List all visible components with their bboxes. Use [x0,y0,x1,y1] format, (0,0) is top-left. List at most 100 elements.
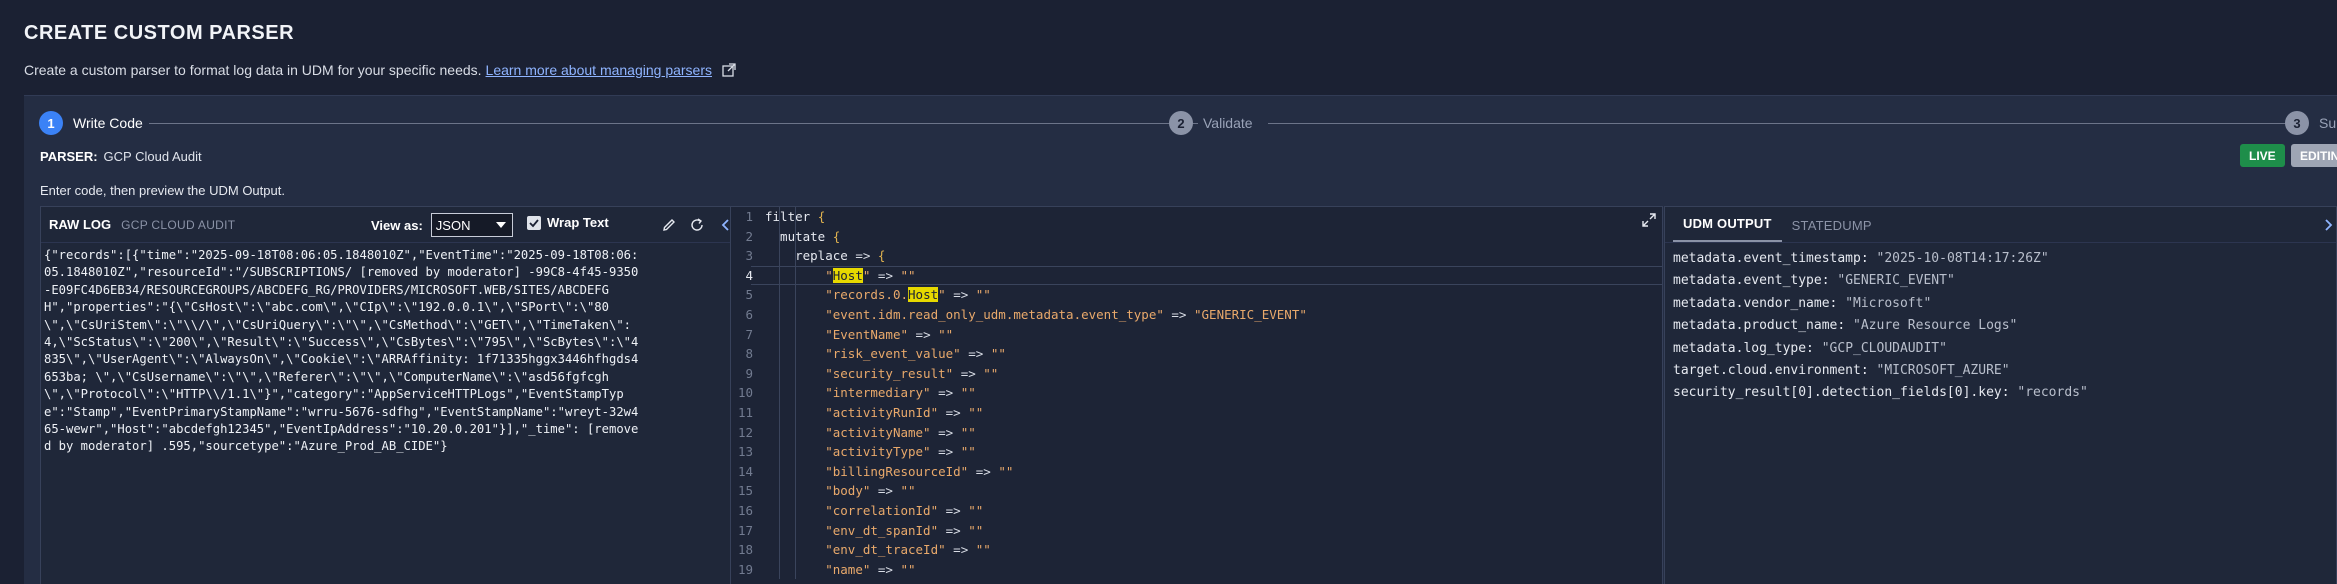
code-line: 19 "name" => "" [731,560,1662,580]
refresh-icon[interactable] [689,217,705,233]
tab-statedump[interactable]: STATEDUMP [1782,218,1882,242]
step-label: Write Code [73,115,149,131]
step-connector [73,123,1198,124]
parser-name: GCP Cloud Audit [103,149,202,164]
page-subtitle: Create a custom parser to format log dat… [24,62,736,78]
raw-log-line: 65-wewr","Host":"abcdefgh12345","EventIp… [44,422,639,437]
raw-log-line: 4,\"ScStatus\":\"200\",\"Result\":\"Succ… [44,335,639,350]
raw-log-content[interactable]: {"records":[{"time":"2025-09-18T08:06:05… [41,243,743,460]
line-number: 17 [737,522,753,538]
line-number: 14 [737,463,753,479]
step-number: 1 [39,111,63,135]
line-number: 12 [737,424,753,440]
code-text: "activityType" => "" [825,444,976,460]
code-text: "env_dt_traceId" => "" [825,542,991,558]
udm-field-value: "GENERIC_EVENT" [1837,273,1955,289]
code-text: "risk_event_value" => "" [825,346,1006,362]
code-line: 13 "activityType" => "" [731,442,1662,462]
udm-field-value: "Azure Resource Logs" [1853,318,2018,334]
line-number: 9 [745,365,753,381]
live-badge: LIVE [2240,144,2285,167]
line-number: 4 [745,267,753,283]
code-text: "EventName" => "" [825,326,954,342]
udm-field-value: "Microsoft" [1845,295,1932,311]
udm-field: metadata.product_name: "Azure Resource L… [1673,315,2328,337]
raw-log-line: \",\"Protocol\":\"HTTP\\/1.1\"}","catego… [44,387,624,402]
code-line: 7 "EventName" => "" [731,325,1662,345]
udm-field-key: metadata.vendor_name: [1673,295,1846,311]
line-number: 10 [737,385,753,401]
udm-field-key: metadata.event_timestamp: [1673,251,1877,266]
code-line: 12 "activityName" => "" [731,423,1662,443]
view-as-label: View as: [371,217,423,233]
code-text: "records.0.Host" => "" [825,287,991,303]
line-number: 15 [737,483,753,499]
code-line: 9 "security_result" => "" [731,364,1662,384]
code-line: 18 "env_dt_traceId" => "" [731,540,1662,560]
udm-field-value: "2025-10-08T14:17:26Z" [1876,251,2049,266]
udm-field: metadata.event_timestamp: "2025-10-08T14… [1673,248,2328,270]
code-line: 15 "body" => "" [731,481,1662,501]
raw-log-line: d by moderator] .595,"sourcetype":"Azure… [44,439,448,454]
udm-field: target.cloud.environment: "MICROSOFT_AZU… [1673,360,2328,382]
code-line: 16 "correlationId" => "" [731,501,1662,521]
line-number: 16 [737,502,753,518]
raw-log-line: {"records":[{"time":"2025-09-18T08:06:05… [44,248,639,262]
external-link-icon[interactable] [722,63,736,77]
line-number: 6 [745,306,753,322]
udm-field-key: security_result[0].detection_fields[0].k… [1673,385,2018,401]
raw-log-line: 653ba; \",\"CsUsername\":\"\",\"Referer\… [44,369,609,384]
wrap-text-checkbox[interactable] [527,215,541,230]
step-write-code[interactable]: 1 Write Code [39,111,149,135]
raw-log-line: 835\",\"UserAgent\":\"AlwaysOn\",\"Cooki… [44,352,639,367]
code-text: "activityRunId" => "" [825,404,984,420]
stepper: 1 Write Code 2 Validate 3 Sub [39,111,2337,137]
udm-field: metadata.event_type: "GENERIC_EVENT" [1673,270,2328,292]
code-line: 10 "intermediary" => "" [731,383,1662,403]
line-number: 13 [737,444,753,460]
code-line: 6 "event.idm.read_only_udm.metadata.even… [731,305,1662,325]
udm-output-pane: UDM OUTPUT STATEDUMP metadata.event_time… [1664,206,2337,584]
step-label: Validate [1203,115,1259,131]
wrap-text-toggle[interactable]: Wrap Text [527,215,609,230]
line-number: 1 [745,209,753,224]
raw-log-title: RAW LOG [49,217,112,232]
chevron-down-icon [495,222,506,228]
chevron-right-icon[interactable] [2320,217,2336,233]
code-text: "body" => "" [825,483,916,499]
expand-icon[interactable] [1642,213,1656,227]
udm-field-key: metadata.log_type: [1673,340,1822,356]
udm-field-value: "MICROSOFT_AZURE" [1876,363,2010,379]
current-line-highlight [751,265,1662,286]
page-title: CREATE CUSTOM PARSER [24,22,295,44]
code-line: 8 "risk_event_value" => "" [731,344,1662,364]
step-submit[interactable]: 3 Sub [2285,111,2337,135]
code-line: 14 "billingResourceId" => "" [731,462,1662,482]
subtitle-text: Create a custom parser to format log dat… [24,62,482,78]
code-text: "activityName" => "" [825,424,976,440]
code-text: "billingResourceId" => "" [825,463,1014,479]
indent-guide [795,207,796,580]
code-line: 2 mutate { [731,227,1662,247]
code-editor[interactable]: 1 filter {2 mutate {3 replace => {4 "Host… [730,206,1663,584]
code-text: replace => { [765,248,886,264]
line-number: 3 [745,248,753,264]
step-label: Sub [2319,115,2337,131]
view-as-select[interactable]: JSON [430,213,513,237]
line-number: 18 [737,542,753,558]
parser-info: PARSER: GCP Cloud Audit [40,149,202,164]
code-line: 1 filter { [731,207,1662,227]
code-text: "name" => "" [825,561,916,577]
step-validate[interactable]: 2 Validate [1169,111,1259,135]
learn-more-link[interactable]: Learn more about managing parsers [486,62,712,78]
code-editor-body[interactable]: 1 filter {2 mutate {3 replace => {4 "Host… [731,207,1662,580]
parser-key: PARSER: [40,149,98,164]
code-line: 3 replace => { [731,246,1662,266]
code-text: "security_result" => "" [825,365,999,381]
view-as-value: JSON [435,217,471,233]
tab-udm-output[interactable]: UDM OUTPUT [1673,216,1782,242]
pencil-icon[interactable] [661,217,677,233]
raw-log-pane: RAW LOG GCP CLOUD AUDIT View as: JSON Wr… [40,206,744,584]
udm-field: metadata.vendor_name: "Microsoft" [1673,293,2328,315]
raw-log-line: e":"Stamp","EventPrimaryStampName":"wrru… [44,404,639,419]
